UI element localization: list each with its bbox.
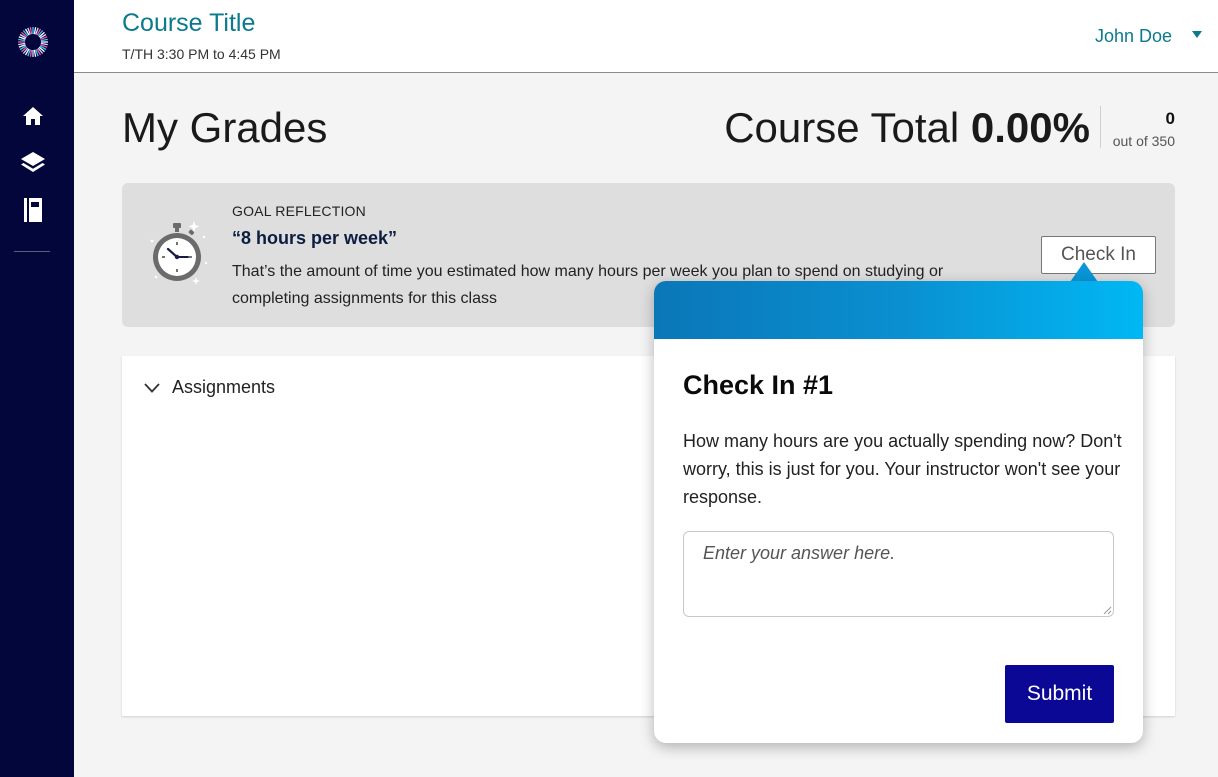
goal-quote: “8 hours per week” (232, 228, 398, 248)
resize-grip-icon[interactable] (1103, 606, 1112, 615)
stopwatch-icon (150, 221, 208, 285)
logo-ray (29, 27, 33, 35)
logo-ray (40, 38, 48, 42)
user-menu-name[interactable]: John Doe (1095, 26, 1172, 47)
sunburst-logo-icon[interactable] (17, 26, 49, 58)
check-in-button[interactable]: Check In (1041, 236, 1156, 274)
course-total-divider (1100, 106, 1101, 148)
home-icon (23, 107, 43, 125)
popover-header-bar (654, 281, 1143, 339)
course-header: Course Title T/TH 3:30 PM to 4:45 PM Joh… (74, 0, 1218, 73)
logo-ray (29, 49, 33, 57)
notebook-icon (24, 198, 42, 222)
submit-button[interactable]: Submit (1005, 665, 1114, 723)
layers-icon (21, 152, 45, 172)
logo-ray (18, 38, 26, 42)
popover-prompt: How many hours are you actually spending… (683, 431, 1122, 507)
logo-ray (18, 42, 26, 46)
points-possible: out of 350 (1112, 133, 1175, 149)
sidebar-item-grades[interactable] (20, 197, 46, 223)
sidebar-item-courses[interactable] (20, 150, 46, 176)
chevron-down-icon[interactable] (144, 382, 160, 394)
logo-ray (33, 49, 37, 57)
logo-ray (33, 27, 37, 35)
assignments-toggle[interactable]: Assignments (172, 377, 275, 398)
course-total: Course Total 0.00% (724, 104, 1090, 152)
popover-title: Check In #1 (683, 370, 834, 400)
check-in-popover: Check In #1 How many hours are you actua… (654, 281, 1143, 743)
page-title: My Grades (122, 104, 328, 151)
goal-label: GOAL REFLECTION (232, 203, 366, 219)
course-title[interactable]: Course Title (122, 9, 255, 38)
sidebar-divider (14, 251, 50, 252)
points-earned: 0 (1165, 109, 1175, 128)
sidebar-item-home[interactable] (20, 103, 46, 129)
course-total-label: Course Total (724, 104, 960, 151)
hours-answer-input[interactable] (683, 531, 1114, 617)
sidebar (0, 0, 74, 777)
course-total-value: 0.00% (970, 104, 1090, 151)
logo-ray (40, 42, 48, 46)
popover-pointer (1070, 262, 1098, 282)
course-schedule: T/TH 3:30 PM to 4:45 PM (122, 46, 281, 62)
caret-down-icon[interactable] (1192, 31, 1202, 38)
